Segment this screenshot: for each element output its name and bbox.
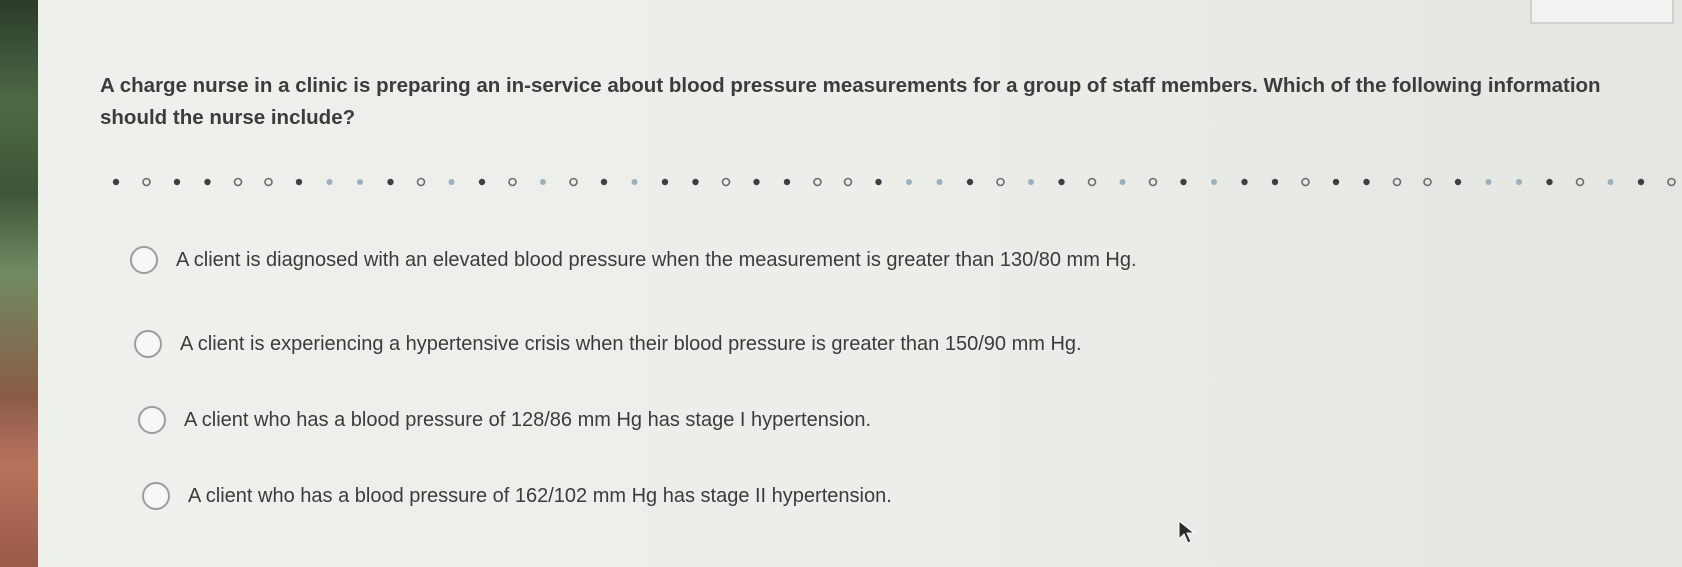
divider-dot: [112, 178, 120, 186]
divider-dot: [1607, 179, 1614, 185]
dotted-divider-svg: [112, 177, 1676, 187]
option-1[interactable]: A client is diagnosed with an elevated b…: [130, 246, 1137, 274]
divider-dot: [936, 179, 943, 185]
divider-dot: [996, 177, 1005, 187]
divider-dot: [357, 179, 363, 185]
divider-dot: [1363, 178, 1370, 186]
divider-dot: [326, 179, 333, 185]
divider-dot: [1058, 178, 1065, 186]
divider-dot: [1211, 179, 1217, 185]
divider-dot: [1454, 178, 1462, 186]
divider-dot: [692, 178, 699, 186]
divider-dot: [204, 178, 211, 186]
divider-dot: [508, 177, 517, 187]
divider-dot: [1332, 178, 1340, 186]
divider-dot: [142, 177, 151, 187]
divider-dot: [448, 179, 455, 185]
divider-dot: [1637, 178, 1645, 186]
divider-dot: [1241, 178, 1248, 186]
divider-dot: [1180, 178, 1187, 186]
option-label: A client who has a blood pressure of 128…: [184, 408, 872, 431]
divider-dot: [1516, 179, 1522, 185]
divider-dot: [1028, 179, 1034, 185]
divider-dot: [1423, 177, 1432, 187]
radio-button-icon[interactable]: [138, 406, 166, 434]
divider-dot: [1087, 177, 1097, 187]
divider-dot: [233, 177, 243, 187]
divider-dot: [416, 177, 426, 187]
divider-dot: [843, 177, 853, 187]
divider-dot: [540, 179, 546, 185]
divider-dot: [1301, 177, 1310, 187]
question-text: A charge nurse in a clinic is preparing …: [100, 74, 1601, 129]
divider-dot: [478, 178, 486, 186]
divider-dot: [1485, 179, 1492, 185]
divider-dot: [631, 179, 638, 185]
divider-dot: [1271, 178, 1279, 186]
radio-button-icon[interactable]: [134, 330, 162, 358]
option-3[interactable]: A client who has a blood pressure of 128…: [138, 406, 871, 434]
divider-dot: [569, 177, 578, 187]
option-label: A client who has a blood pressure of 162…: [188, 484, 892, 507]
option-2[interactable]: A client is experiencing a hypertensive …: [134, 330, 1082, 358]
divider-dot: [264, 177, 273, 187]
divider-dot: [906, 179, 912, 185]
top-tab-button[interactable]: [1530, 0, 1674, 24]
divider-dot: [661, 178, 669, 186]
divider-dot: [1546, 178, 1553, 186]
option-label: A client is diagnosed with an elevated b…: [176, 248, 1137, 271]
divider-dot: [1148, 177, 1158, 187]
divider-dot: [1667, 177, 1676, 187]
divider-dot: [966, 178, 974, 186]
divider-dot: [813, 177, 822, 187]
divider-dot: [387, 178, 394, 186]
divider-dot: [783, 178, 791, 186]
divider-dot: [1392, 177, 1402, 187]
background-photo-edge: [0, 0, 58, 567]
option-4[interactable]: A client who has a blood pressure of 162…: [142, 482, 892, 510]
radio-button-icon[interactable]: [130, 246, 158, 274]
divider-dot: [875, 178, 882, 186]
mouse-cursor-icon: [1178, 520, 1196, 544]
option-label: A client is experiencing a hypertensive …: [180, 332, 1082, 355]
question-screen: A charge nurse in a clinic is preparing …: [38, 0, 1682, 567]
divider-dot: [1119, 179, 1126, 185]
radio-button-icon[interactable]: [142, 482, 170, 510]
divider-dot: [1575, 177, 1585, 187]
divider-dot: [753, 178, 760, 186]
divider-dot: [600, 178, 608, 186]
divider-dot: [721, 177, 731, 187]
divider-dot: [295, 178, 303, 186]
divider-dot: [173, 178, 181, 186]
dotted-divider: [110, 176, 1682, 188]
